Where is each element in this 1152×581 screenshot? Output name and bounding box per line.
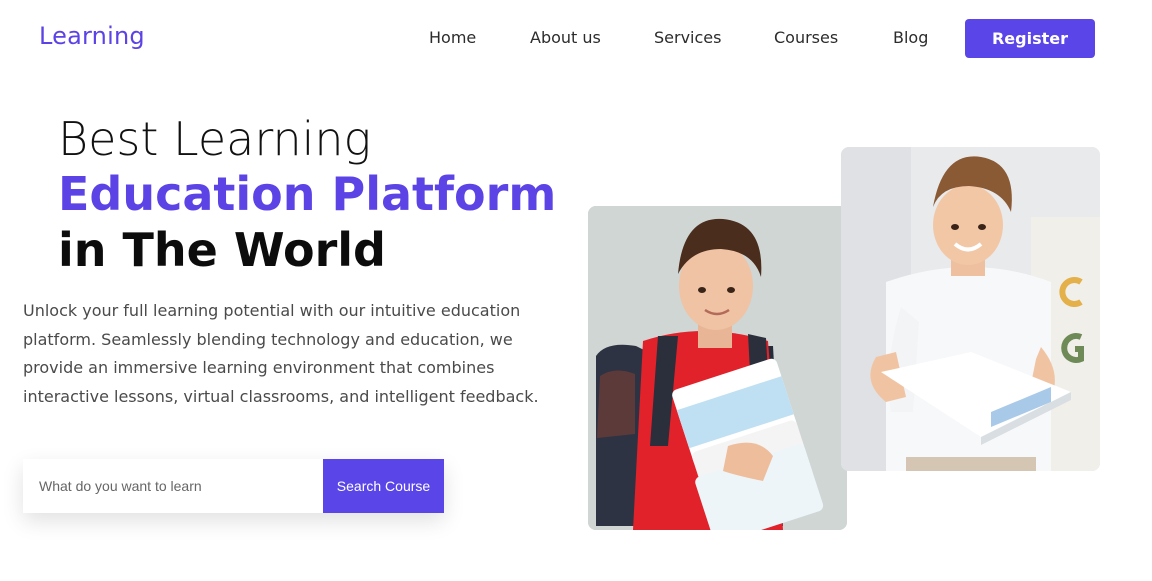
hero-title-line-3: in The World <box>58 223 386 277</box>
nav-about-us[interactable]: About us <box>530 28 601 47</box>
register-button[interactable]: Register <box>965 19 1095 58</box>
student-photo-reading <box>841 147 1100 471</box>
search-bar: Search Course <box>23 459 444 513</box>
hero-title-line-1: Best Learning <box>58 112 372 166</box>
nav-courses[interactable]: Courses <box>774 28 838 47</box>
search-course-button[interactable]: Search Course <box>323 459 444 513</box>
search-input[interactable] <box>23 459 323 513</box>
hero-title-line-2: Education Platform <box>58 167 557 221</box>
nav-blog[interactable]: Blog <box>893 28 928 47</box>
hero-description: Unlock your full learning potential with… <box>23 301 539 406</box>
nav-services[interactable]: Services <box>654 28 721 47</box>
student-photo-backpack <box>588 206 847 530</box>
nav-home[interactable]: Home <box>429 28 476 47</box>
